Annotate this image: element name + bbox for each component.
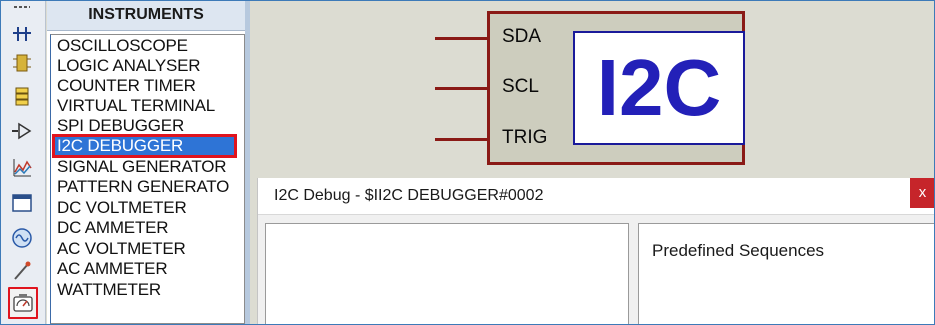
list-item-virtual-terminal[interactable]: VIRTUAL TERMINAL	[57, 96, 215, 116]
list-item-ac-voltmeter[interactable]: AC VOLTMETER	[57, 239, 186, 259]
app-frame: INSTRUMENTS OSCILLOSCOPE LOGIC ANALYSER …	[0, 0, 935, 325]
list-item-spi-debugger[interactable]: SPI DEBUGGER	[57, 116, 184, 136]
i2c-logo: I2C	[573, 31, 745, 145]
list-item-signal-generator[interactable]: SIGNAL GENERATOR	[57, 157, 227, 177]
list-item-wattmeter[interactable]: WATTMETER	[57, 280, 161, 300]
panel-title: INSTRUMENTS	[47, 1, 245, 31]
generator-icon[interactable]	[9, 226, 35, 250]
predefined-sequences-heading: Predefined Sequences	[652, 241, 825, 260]
list-item-dc-voltmeter[interactable]: DC VOLTMETER	[57, 198, 187, 218]
list-item-i2c-debugger[interactable]: I2C DEBUGGER	[52, 134, 237, 158]
instruments-panel: INSTRUMENTS OSCILLOSCOPE LOGIC ANALYSER …	[47, 1, 250, 324]
tape-icon[interactable]	[9, 191, 35, 215]
list-item-pattern-generator[interactable]: PATTERN GENERATO	[57, 177, 229, 197]
debug-window-body: Predefined Sequences	[258, 214, 934, 324]
close-button[interactable]: x	[910, 178, 934, 208]
port-icon[interactable]	[9, 119, 35, 143]
component-icon[interactable]	[9, 51, 35, 75]
junction-icon[interactable]	[9, 21, 35, 45]
probe-icon[interactable]	[9, 259, 35, 283]
instruments-icon[interactable]	[8, 287, 38, 319]
i2c-debug-window: I2C Debug - $II2C DEBUGGER#0002 x Predef…	[257, 178, 934, 324]
terminal-icon[interactable]	[9, 84, 35, 108]
pin-label-sda: SDA	[502, 26, 542, 47]
debug-window-title: I2C Debug - $II2C DEBUGGER#0002	[274, 187, 544, 204]
pin-label-trig: TRIG	[502, 127, 548, 148]
debug-log-pane[interactable]	[265, 223, 629, 324]
pin-line-sda	[435, 37, 487, 40]
toolbar-dots-icon[interactable]	[9, 1, 35, 13]
graph-icon[interactable]	[9, 156, 35, 180]
predefined-sequences-pane[interactable]: Predefined Sequences	[638, 223, 934, 324]
instruments-list[interactable]: OSCILLOSCOPE LOGIC ANALYSER COUNTER TIME…	[50, 34, 245, 324]
pin-line-trig	[435, 138, 487, 141]
list-item-ac-ammeter[interactable]: AC AMMETER	[57, 259, 168, 279]
list-item-counter-timer[interactable]: COUNTER TIMER	[57, 76, 196, 96]
schematic-canvas[interactable]: SDA SCL TRIG I2C	[252, 1, 934, 176]
pin-line-scl	[435, 87, 487, 90]
list-item-logic-analyser[interactable]: LOGIC ANALYSER	[57, 56, 201, 76]
list-item-oscilloscope[interactable]: OSCILLOSCOPE	[57, 36, 188, 56]
mode-toolbar	[1, 1, 46, 324]
list-item-dc-ammeter[interactable]: DC AMMETER	[57, 218, 169, 238]
pin-label-scl: SCL	[502, 76, 539, 97]
